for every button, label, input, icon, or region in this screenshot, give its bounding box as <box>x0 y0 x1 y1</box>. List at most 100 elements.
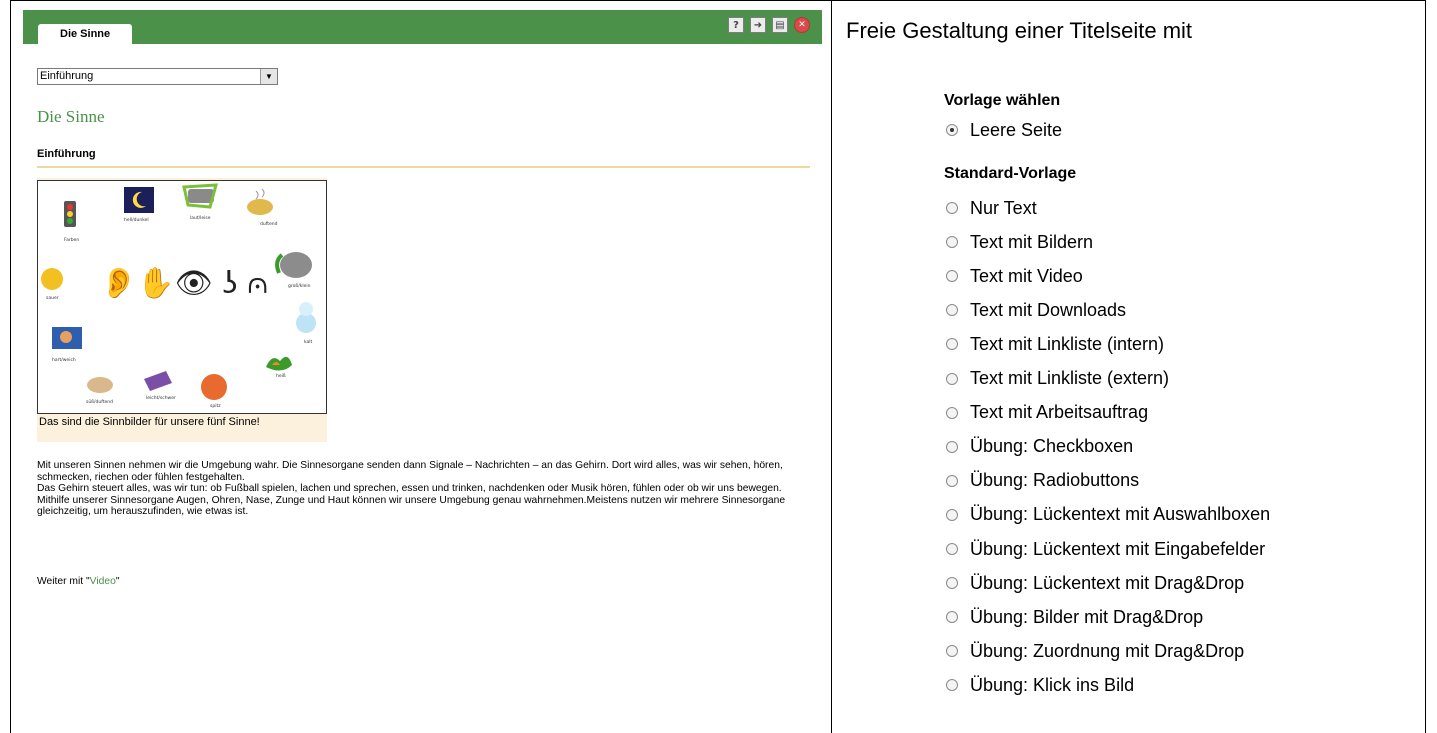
radio-icon[interactable] <box>946 236 958 249</box>
group-label-standard: Standard-Vorlage <box>944 165 1077 182</box>
figure-labels: Farben hell/dunkel laut/leise duftend gr… <box>46 215 313 409</box>
cake-icon <box>87 377 113 393</box>
figure-label: spitz <box>210 403 221 409</box>
option-label: Nur Text <box>970 197 1037 218</box>
figure-label: hell/dunkel <box>124 217 149 223</box>
template-option[interactable]: Text mit Video <box>946 264 1083 288</box>
figure-label: kalt <box>304 339 313 345</box>
print-icon[interactable]: ▤ <box>772 17 788 33</box>
template-option[interactable]: Text mit Linkliste (extern) <box>946 367 1169 391</box>
radio-icon[interactable] <box>946 679 958 692</box>
figure-caption: Das sind die Sinnbilder für unsere fünf … <box>39 416 260 428</box>
template-option[interactable]: Text mit Downloads <box>946 298 1126 322</box>
column-divider <box>831 0 832 733</box>
figure-label: heiß <box>276 373 286 379</box>
section-rule <box>37 166 810 168</box>
option-label: Übung: Checkboxen <box>970 436 1134 457</box>
elephant-icon <box>280 252 312 278</box>
option-label: Text mit Video <box>970 265 1083 286</box>
module-header-bar: Die Sinne ? ➜ ▤ ✕ <box>23 10 822 44</box>
close-icon[interactable]: ✕ <box>794 17 810 33</box>
senses-illustration: 👂✋👁︎ ʖ ⩀ Farben hell/dunkel laut/leise d… <box>37 180 327 414</box>
continue-suffix: " <box>115 576 120 587</box>
template-option[interactable]: Übung: Bilder mit Drag&Drop <box>946 605 1203 629</box>
template-option[interactable]: Übung: Checkboxen <box>946 435 1133 459</box>
option-label: Übung: Lückentext mit Auswahlboxen <box>970 504 1271 525</box>
intro-text: Mit unseren Sinnen nehmen wir die Umgebu… <box>37 460 817 518</box>
template-option[interactable]: Übung: Lückentext mit Eingabefelder <box>946 537 1265 561</box>
option-label: Übung: Klick ins Bild <box>970 674 1135 695</box>
figure-label: laut/leise <box>190 215 211 221</box>
radio-icon[interactable] <box>946 508 958 521</box>
soup-icon <box>247 199 273 215</box>
radio-icon[interactable] <box>946 270 958 283</box>
paragraph: Das Gehirn steuert alles, was wir tun: o… <box>37 483 782 494</box>
figure-label: Farben <box>64 237 79 243</box>
module-toolbar: ? ➜ ▤ ✕ <box>728 17 810 33</box>
option-label: Text mit Arbeitsauftrag <box>970 402 1149 423</box>
chapter-select-value: Einführung <box>40 70 94 82</box>
radio-icon[interactable] <box>946 611 958 624</box>
sense-organs-icons: 👂✋👁︎ ʖ ⩀ <box>100 265 268 301</box>
radio-icon[interactable] <box>946 474 958 487</box>
hedgehog-icon <box>201 374 227 400</box>
paragraph: Mit unseren Sinnen nehmen wir die Umgebu… <box>37 460 783 483</box>
radio-icon <box>188 189 214 203</box>
option-label: Text mit Bildern <box>970 231 1094 252</box>
figure-label: leicht/schwer <box>146 395 176 401</box>
figure-label: süß/duftend <box>86 399 113 405</box>
template-option[interactable]: Übung: Lückentext mit Auswahlboxen <box>946 503 1270 527</box>
continue-line: Weiter mit "Video" <box>37 576 119 587</box>
radio-icon[interactable] <box>946 645 958 658</box>
template-option[interactable]: Nur Text <box>946 196 1037 220</box>
tab-die-sinne[interactable]: Die Sinne <box>38 24 133 44</box>
continue-prefix: Weiter mit " <box>37 576 90 587</box>
option-label: Übung: Bilder mit Drag&Drop <box>970 606 1204 627</box>
figure-label: hart/weich <box>52 357 76 363</box>
page-title: Die Sinne <box>37 107 105 126</box>
option-label: Text mit Linkliste (intern) <box>970 333 1165 354</box>
help-icon[interactable]: ? <box>728 17 744 33</box>
senses-illustration-svg: 👂✋👁︎ ʖ ⩀ Farben hell/dunkel laut/leise d… <box>41 183 316 409</box>
section-heading: Einführung <box>37 148 96 160</box>
option-label: Leere Seite <box>970 119 1063 140</box>
template-option[interactable]: Übung: Radiobuttons <box>946 469 1139 493</box>
radio-icon[interactable] <box>946 577 958 590</box>
panel-title: Freie Gestaltung einer Titelseite mit <box>846 18 1193 43</box>
radio-selected-icon[interactable] <box>946 124 958 136</box>
option-leere-seite[interactable]: Leere Seite <box>946 118 1062 142</box>
template-option[interactable]: Text mit Arbeitsauftrag <box>946 401 1148 425</box>
chevron-down-icon[interactable]: ▼ <box>260 69 277 84</box>
figure-label: sauer <box>46 295 59 301</box>
figure-label: groß/klein <box>288 283 311 289</box>
template-option[interactable]: Text mit Bildern <box>946 230 1093 254</box>
paragraph: Mithilfe unserer Sinnesorgane Augen, Ohr… <box>37 494 786 518</box>
radio-icon[interactable] <box>946 372 958 385</box>
video-link[interactable]: Video <box>90 576 116 587</box>
radio-icon[interactable] <box>946 338 958 351</box>
module-preview: Die Sinne ? ➜ ▤ ✕ Einführung ▼ Die Sinne… <box>23 10 822 733</box>
weight-icon <box>144 371 172 391</box>
export-icon[interactable]: ➜ <box>750 17 766 33</box>
option-label: Übung: Radiobuttons <box>970 470 1140 491</box>
template-option[interactable]: Text mit Linkliste (intern) <box>946 332 1164 356</box>
option-label: Text mit Linkliste (extern) <box>970 368 1170 388</box>
figure-label: duftend <box>260 221 278 227</box>
moon-icon <box>124 187 154 213</box>
option-label: Text mit Downloads <box>970 299 1127 320</box>
template-option[interactable]: Übung: Klick ins Bild <box>946 673 1134 697</box>
option-label: Übung: Lückentext mit Eingabefelder <box>970 538 1266 559</box>
radio-icon[interactable] <box>946 406 958 419</box>
option-label: Übung: Lückentext mit Drag&Drop <box>970 572 1245 593</box>
template-option[interactable]: Übung: Zuordnung mit Drag&Drop <box>946 639 1244 663</box>
option-label: Übung: Zuordnung mit Drag&Drop <box>970 640 1245 661</box>
senses-figure: 👂✋👁︎ ʖ ⩀ Farben hell/dunkel laut/leise d… <box>37 178 327 442</box>
radio-icon[interactable] <box>946 304 958 317</box>
radio-icon[interactable] <box>946 440 958 453</box>
lemon-icon <box>41 268 63 290</box>
radio-icon[interactable] <box>946 202 958 214</box>
chapter-select[interactable]: Einführung ▼ <box>37 68 278 85</box>
template-option[interactable]: Übung: Lückentext mit Drag&Drop <box>946 571 1244 595</box>
group-label-vorlage: Vorlage wählen <box>944 92 1061 109</box>
radio-icon[interactable] <box>946 543 958 555</box>
